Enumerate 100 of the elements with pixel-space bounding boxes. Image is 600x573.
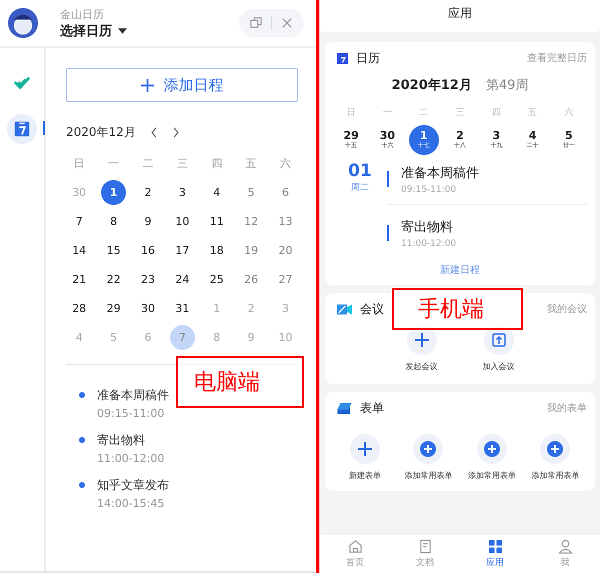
plus-icon <box>414 333 428 347</box>
caret-icon <box>118 28 127 34</box>
event-title[interactable]: 准备本周稿件 <box>97 387 169 404</box>
event-time: 11:00-12:00 <box>97 452 164 465</box>
weekday-label: 六 <box>563 106 574 119</box>
event-time: 09:15-11:00 <box>401 185 458 195</box>
calendar-day[interactable]: 24 <box>170 267 195 292</box>
weekday-label: 二 <box>418 107 430 119</box>
home-icon <box>348 539 362 554</box>
card-title: 表单 <box>360 400 384 416</box>
calendar-day[interactable]: 7 <box>66 209 92 234</box>
previous-icon[interactable] <box>150 127 158 138</box>
calendar-day[interactable]: 6 <box>273 180 298 205</box>
add-icon <box>547 441 564 457</box>
calendar-day[interactable]: 30 <box>135 296 160 321</box>
form-action[interactable]: 添加常用表单 <box>396 434 460 481</box>
calendar-day[interactable]: 28 <box>66 296 92 321</box>
join-icon <box>492 333 506 347</box>
event-dot <box>79 437 85 443</box>
calendar-day[interactable]: 20 <box>273 238 298 263</box>
apps-icon <box>488 539 502 554</box>
calendar-icon <box>337 52 348 64</box>
calendar-day[interactable]: 2 <box>135 180 160 205</box>
calendar-day[interactable]: 17 <box>170 238 195 263</box>
calendar-day[interactable]: 26 <box>238 267 264 292</box>
calendar-picker[interactable]: 选择日历 <box>60 22 127 40</box>
weekday-label: 四 <box>490 107 502 119</box>
calendar-day[interactable]: 9 <box>135 209 160 234</box>
weekday-label: 三 <box>454 107 466 119</box>
add-icon <box>420 441 436 457</box>
calendar-day[interactable]: 1 <box>101 180 126 205</box>
form-action[interactable]: 新建表单 <box>333 434 396 481</box>
document-icon <box>418 539 432 554</box>
screen-title: 应用 <box>320 0 600 32</box>
form-action[interactable]: 添加常用表单 <box>460 434 524 481</box>
calendar-day[interactable]: 21 <box>66 267 92 292</box>
weekday-label: 三 <box>176 156 189 172</box>
calendar-day[interactable]: 16 <box>135 238 160 263</box>
plus-icon <box>140 78 154 92</box>
calendar-day[interactable]: 13 <box>273 209 298 234</box>
calendar-icon <box>13 120 31 138</box>
calendar-day[interactable]: 11 <box>204 209 230 234</box>
week-label: 第49周 <box>486 77 528 94</box>
form-icon <box>337 402 352 414</box>
calendar-day[interactable]: 22 <box>101 267 126 292</box>
form-action[interactable]: 添加常用表单 <box>524 434 587 481</box>
app-name: 金山日历 <box>60 6 105 22</box>
calendar-day[interactable]: 14 <box>66 238 92 263</box>
pop-out-icon[interactable] <box>250 17 262 29</box>
weekday-label: 五 <box>244 156 258 172</box>
event-time: 09:15-11:00 <box>97 407 166 420</box>
avatar-icon[interactable] <box>8 8 38 38</box>
video-icon <box>337 304 352 314</box>
calendar-day[interactable]: 15 <box>101 238 126 263</box>
month-label: 2020年12月 <box>66 124 136 141</box>
date-weekday: 周二 <box>351 182 369 194</box>
calendar-day[interactable]: 25 <box>204 267 230 292</box>
weekday-label: 日 <box>346 107 357 119</box>
check-icon <box>13 74 31 92</box>
calendar-day[interactable]: 23 <box>135 267 160 292</box>
month-label: 2020年12月 <box>392 77 472 94</box>
annotation-label: 电脑端 <box>176 356 304 408</box>
event-title[interactable]: 寄出物料 <box>401 218 456 236</box>
annotation-label: 手机端 <box>392 288 523 330</box>
event-title[interactable]: 知乎文章发布 <box>97 477 169 494</box>
tab-bar-item[interactable]: 应用 <box>460 535 530 573</box>
card-title: 日历 <box>356 50 380 66</box>
weekday-label: 四 <box>210 156 224 172</box>
selection-indicator <box>43 121 45 135</box>
calendar-day[interactable]: 29 <box>101 296 126 321</box>
sidebar-item[interactable] <box>7 114 37 144</box>
calendar-day[interactable]: 12 <box>238 209 264 234</box>
person-icon <box>558 539 572 554</box>
add-icon <box>484 441 500 457</box>
close-icon[interactable] <box>281 17 293 29</box>
calendar-day[interactable]: 8 <box>101 209 126 234</box>
event-dot <box>79 392 85 398</box>
calendar-day[interactable]: 27 <box>273 267 298 292</box>
calendar-day[interactable]: 10 <box>170 209 195 234</box>
event-title[interactable]: 准备本周稿件 <box>401 164 479 182</box>
calendar-day[interactable]: 19 <box>238 238 264 263</box>
calendar-day[interactable]: 5 <box>238 180 264 205</box>
weekday-label: 一 <box>107 156 120 172</box>
add-event-button[interactable]: 添加日程 <box>66 68 298 102</box>
weekday-label: 二 <box>141 156 154 172</box>
calendar-day[interactable]: 31 <box>170 296 195 321</box>
next-icon[interactable] <box>172 127 180 138</box>
date-number: 01 <box>348 161 372 181</box>
weekday-label: 日 <box>72 156 86 172</box>
event-time: 11:00-12:00 <box>401 239 456 249</box>
weekday-label: 五 <box>527 107 538 119</box>
event-time: 14:00-15:45 <box>97 497 166 510</box>
event-title[interactable]: 寄出物料 <box>97 432 164 449</box>
weekday-label: 六 <box>279 156 292 172</box>
calendar-day[interactable]: 18 <box>204 238 230 263</box>
calendar-day[interactable]: 3 <box>170 180 195 205</box>
plus-icon <box>358 442 372 456</box>
event-dot <box>79 482 85 488</box>
card-title: 会议 <box>360 300 384 318</box>
calendar-day[interactable]: 4 <box>204 180 230 205</box>
